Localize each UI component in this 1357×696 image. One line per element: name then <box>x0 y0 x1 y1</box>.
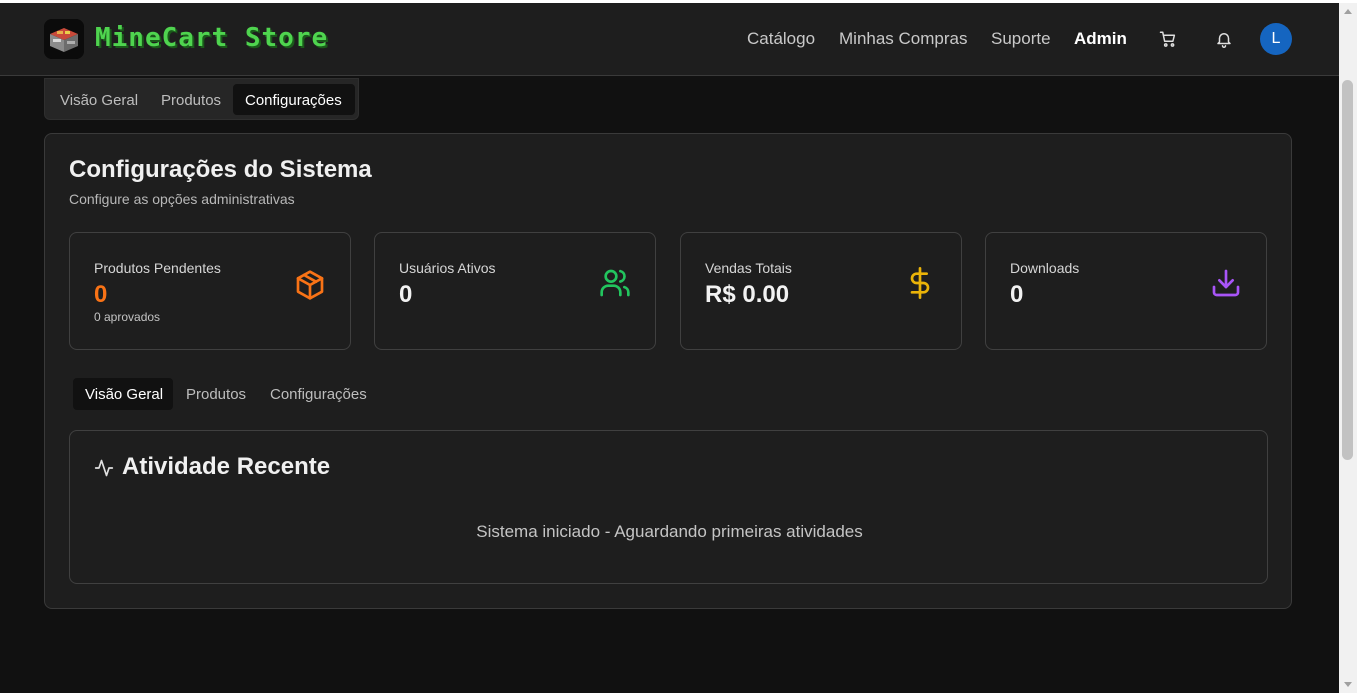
recent-activity-card: Atividade Recente Sistema iniciado - Agu… <box>69 430 1268 584</box>
scrollbar-thumb[interactable] <box>1342 80 1353 460</box>
tab-visao-geral[interactable]: Visão Geral <box>60 92 138 109</box>
stat-card-active-users: Usuários Ativos 0 <box>374 232 656 350</box>
overview-tabs: Visão Geral Produtos Configurações <box>73 378 393 410</box>
tab-configuracoes[interactable]: Configurações <box>245 92 342 109</box>
box-icon <box>296 270 324 300</box>
nav-minhas-compras[interactable]: Minhas Compras <box>839 29 968 49</box>
activity-empty-message: Sistema iniciado - Aguardando primeiras … <box>476 522 863 541</box>
bell-icon[interactable] <box>1215 30 1233 48</box>
nav-suporte[interactable]: Suporte <box>991 29 1051 49</box>
stat-label: Vendas Totais <box>705 260 792 276</box>
minecart-logo-icon[interactable] <box>44 19 84 59</box>
scroll-up-arrow-icon[interactable] <box>1344 9 1352 14</box>
panel-subtitle: Configure as opções administrativas <box>69 191 295 207</box>
stat-label: Usuários Ativos <box>399 260 496 276</box>
brand-name[interactable]: MineCart Store <box>95 23 328 53</box>
stat-value: 0 <box>1010 281 1024 308</box>
stat-value: R$ 0.00 <box>705 281 790 308</box>
top-header: MineCart Store Catálogo Minhas Compras S… <box>0 3 1339 76</box>
vertical-scrollbar[interactable] <box>1339 3 1357 693</box>
admin-tabs: Visão Geral Produtos Configurações <box>44 78 359 120</box>
scroll-down-arrow-icon[interactable] <box>1344 682 1352 687</box>
activity-icon <box>94 459 114 477</box>
users-icon <box>600 269 630 297</box>
stat-label: Downloads <box>1010 260 1080 276</box>
download-icon <box>1212 269 1240 297</box>
stat-note: 0 aprovados <box>94 310 161 324</box>
inner-tab-produtos[interactable]: Produtos <box>186 386 246 403</box>
stat-card-total-sales: Vendas Totais R$ 0.00 <box>680 232 962 350</box>
settings-panel: Configurações do Sistema Configure as op… <box>44 133 1292 609</box>
stat-value: 0 <box>94 281 108 308</box>
inner-tab-visao-geral[interactable]: Visão Geral <box>85 386 163 403</box>
nav-catalogo[interactable]: Catálogo <box>747 29 815 49</box>
stat-card-pending-products: Produtos Pendentes 0 0 aprovados <box>69 232 351 350</box>
stat-label: Produtos Pendentes <box>94 260 221 276</box>
tab-produtos[interactable]: Produtos <box>161 92 221 109</box>
app-viewport: MineCart Store Catálogo Minhas Compras S… <box>0 3 1339 693</box>
inner-tab-configuracoes[interactable]: Configurações <box>270 386 367 403</box>
stat-value: 0 <box>399 281 413 308</box>
nav-admin[interactable]: Admin <box>1074 29 1127 49</box>
cart-icon[interactable] <box>1159 30 1177 48</box>
activity-title: Atividade Recente <box>122 453 331 480</box>
dollar-icon <box>910 267 930 299</box>
stat-card-downloads: Downloads 0 <box>985 232 1267 350</box>
panel-title: Configurações do Sistema <box>69 156 372 183</box>
user-avatar[interactable]: L <box>1260 23 1292 55</box>
